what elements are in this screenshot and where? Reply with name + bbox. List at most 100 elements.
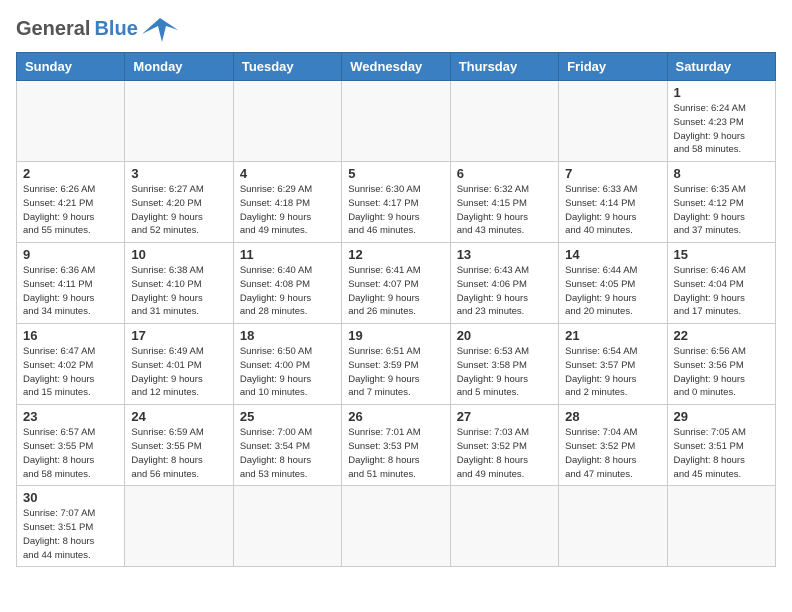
day-info: Sunrise: 7:07 AM Sunset: 3:51 PM Dayligh… (23, 507, 118, 562)
day-info: Sunrise: 6:30 AM Sunset: 4:17 PM Dayligh… (348, 183, 443, 238)
day-info: Sunrise: 6:51 AM Sunset: 3:59 PM Dayligh… (348, 345, 443, 400)
calendar-week-row: 23 Sunrise: 6:57 AM Sunset: 3:55 PM Dayli… (17, 405, 776, 486)
calendar-cell (17, 81, 125, 162)
day-number: 9 (23, 247, 118, 262)
calendar-cell: 5 Sunrise: 6:30 AM Sunset: 4:17 PM Daylig… (342, 162, 450, 243)
day-number: 8 (674, 166, 769, 181)
calendar-cell (233, 486, 341, 567)
day-number: 29 (674, 409, 769, 424)
calendar-cell: 12 Sunrise: 6:41 AM Sunset: 4:07 PM Dayli… (342, 243, 450, 324)
day-number: 24 (131, 409, 226, 424)
day-info: Sunrise: 6:38 AM Sunset: 4:10 PM Dayligh… (131, 264, 226, 319)
calendar-cell (125, 486, 233, 567)
day-number: 6 (457, 166, 552, 181)
day-number: 17 (131, 328, 226, 343)
calendar-cell: 16Sunrise: 6:47 AM Sunset: 4:02 PM Dayli… (17, 324, 125, 405)
day-info: Sunrise: 6:29 AM Sunset: 4:18 PM Dayligh… (240, 183, 335, 238)
calendar-cell (559, 486, 667, 567)
calendar-cell: 2Sunrise: 6:26 AM Sunset: 4:21 PM Daylig… (17, 162, 125, 243)
day-info: Sunrise: 6:46 AM Sunset: 4:04 PM Dayligh… (674, 264, 769, 319)
day-info: Sunrise: 6:53 AM Sunset: 3:58 PM Dayligh… (457, 345, 552, 400)
calendar-cell: 15 Sunrise: 6:46 AM Sunset: 4:04 PM Dayli… (667, 243, 775, 324)
logo: General Blue (16, 16, 178, 42)
logo-general-text: General (16, 18, 90, 41)
day-info: Sunrise: 6:32 AM Sunset: 4:15 PM Dayligh… (457, 183, 552, 238)
calendar-cell: 21Sunrise: 6:54 AM Sunset: 3:57 PM Dayli… (559, 324, 667, 405)
weekday-header-thursday: Thursday (450, 53, 558, 81)
day-info: Sunrise: 7:03 AM Sunset: 3:52 PM Dayligh… (457, 426, 552, 481)
calendar-cell: 7Sunrise: 6:33 AM Sunset: 4:14 PM Daylig… (559, 162, 667, 243)
day-info: Sunrise: 6:24 AM Sunset: 4:23 PM Dayligh… (674, 102, 769, 157)
calendar-cell: 9 Sunrise: 6:36 AM Sunset: 4:11 PM Daylig… (17, 243, 125, 324)
calendar-cell: 20 Sunrise: 6:53 AM Sunset: 3:58 PM Dayli… (450, 324, 558, 405)
calendar-cell: 13Sunrise: 6:43 AM Sunset: 4:06 PM Dayli… (450, 243, 558, 324)
calendar-cell (559, 81, 667, 162)
calendar-cell: 6 Sunrise: 6:32 AM Sunset: 4:15 PM Daylig… (450, 162, 558, 243)
calendar-cell: 25 Sunrise: 7:00 AM Sunset: 3:54 PM Dayli… (233, 405, 341, 486)
calendar-week-row: 30 Sunrise: 7:07 AM Sunset: 3:51 PM Dayli… (17, 486, 776, 567)
day-info: Sunrise: 6:50 AM Sunset: 4:00 PM Dayligh… (240, 345, 335, 400)
calendar-cell (667, 486, 775, 567)
day-number: 25 (240, 409, 335, 424)
day-number: 3 (131, 166, 226, 181)
calendar-week-row: 2Sunrise: 6:26 AM Sunset: 4:21 PM Daylig… (17, 162, 776, 243)
weekday-header-sunday: Sunday (17, 53, 125, 81)
day-info: Sunrise: 6:40 AM Sunset: 4:08 PM Dayligh… (240, 264, 335, 319)
weekday-header-wednesday: Wednesday (342, 53, 450, 81)
day-info: Sunrise: 6:36 AM Sunset: 4:11 PM Dayligh… (23, 264, 118, 319)
day-number: 20 (457, 328, 552, 343)
day-info: Sunrise: 6:41 AM Sunset: 4:07 PM Dayligh… (348, 264, 443, 319)
day-number: 19 (348, 328, 443, 343)
calendar-cell (342, 81, 450, 162)
day-info: Sunrise: 7:01 AM Sunset: 3:53 PM Dayligh… (348, 426, 443, 481)
day-number: 16 (23, 328, 118, 343)
calendar-cell (450, 81, 558, 162)
weekday-header-friday: Friday (559, 53, 667, 81)
weekday-header-tuesday: Tuesday (233, 53, 341, 81)
day-info: Sunrise: 6:33 AM Sunset: 4:14 PM Dayligh… (565, 183, 660, 238)
day-info: Sunrise: 7:00 AM Sunset: 3:54 PM Dayligh… (240, 426, 335, 481)
calendar-header-row: SundayMondayTuesdayWednesdayThursdayFrid… (17, 53, 776, 81)
day-number: 10 (131, 247, 226, 262)
day-info: Sunrise: 6:57 AM Sunset: 3:55 PM Dayligh… (23, 426, 118, 481)
calendar-cell: 30 Sunrise: 7:07 AM Sunset: 3:51 PM Dayli… (17, 486, 125, 567)
day-number: 23 (23, 409, 118, 424)
day-number: 30 (23, 490, 118, 505)
day-number: 5 (348, 166, 443, 181)
calendar-cell: 17 Sunrise: 6:49 AM Sunset: 4:01 PM Dayli… (125, 324, 233, 405)
calendar-cell (125, 81, 233, 162)
calendar-week-row: 16Sunrise: 6:47 AM Sunset: 4:02 PM Dayli… (17, 324, 776, 405)
calendar-cell: 1 Sunrise: 6:24 AM Sunset: 4:23 PM Daylig… (667, 81, 775, 162)
day-number: 27 (457, 409, 552, 424)
calendar-cell (450, 486, 558, 567)
calendar-cell (342, 486, 450, 567)
calendar-cell: 10 Sunrise: 6:38 AM Sunset: 4:10 PM Dayli… (125, 243, 233, 324)
calendar-week-row: 9 Sunrise: 6:36 AM Sunset: 4:11 PM Daylig… (17, 243, 776, 324)
day-info: Sunrise: 6:56 AM Sunset: 3:56 PM Dayligh… (674, 345, 769, 400)
day-number: 15 (674, 247, 769, 262)
day-number: 26 (348, 409, 443, 424)
day-number: 1 (674, 85, 769, 100)
calendar-cell: 28Sunrise: 7:04 AM Sunset: 3:52 PM Dayli… (559, 405, 667, 486)
calendar-cell: 11Sunrise: 6:40 AM Sunset: 4:08 PM Dayli… (233, 243, 341, 324)
day-info: Sunrise: 6:27 AM Sunset: 4:20 PM Dayligh… (131, 183, 226, 238)
day-info: Sunrise: 6:49 AM Sunset: 4:01 PM Dayligh… (131, 345, 226, 400)
calendar-cell: 4Sunrise: 6:29 AM Sunset: 4:18 PM Daylig… (233, 162, 341, 243)
weekday-header-saturday: Saturday (667, 53, 775, 81)
calendar-table: SundayMondayTuesdayWednesdayThursdayFrid… (16, 52, 776, 567)
day-number: 22 (674, 328, 769, 343)
calendar-cell: 14Sunrise: 6:44 AM Sunset: 4:05 PM Dayli… (559, 243, 667, 324)
calendar-cell: 27 Sunrise: 7:03 AM Sunset: 3:52 PM Dayli… (450, 405, 558, 486)
day-number: 21 (565, 328, 660, 343)
day-number: 14 (565, 247, 660, 262)
calendar-cell: 22 Sunrise: 6:56 AM Sunset: 3:56 PM Dayli… (667, 324, 775, 405)
day-number: 12 (348, 247, 443, 262)
day-info: Sunrise: 6:35 AM Sunset: 4:12 PM Dayligh… (674, 183, 769, 238)
calendar-cell: 26 Sunrise: 7:01 AM Sunset: 3:53 PM Dayli… (342, 405, 450, 486)
calendar-cell: 29Sunrise: 7:05 AM Sunset: 3:51 PM Dayli… (667, 405, 775, 486)
day-number: 18 (240, 328, 335, 343)
logo-blue-text: Blue (94, 18, 137, 41)
calendar-cell (233, 81, 341, 162)
calendar-cell: 24Sunrise: 6:59 AM Sunset: 3:55 PM Dayli… (125, 405, 233, 486)
day-number: 28 (565, 409, 660, 424)
